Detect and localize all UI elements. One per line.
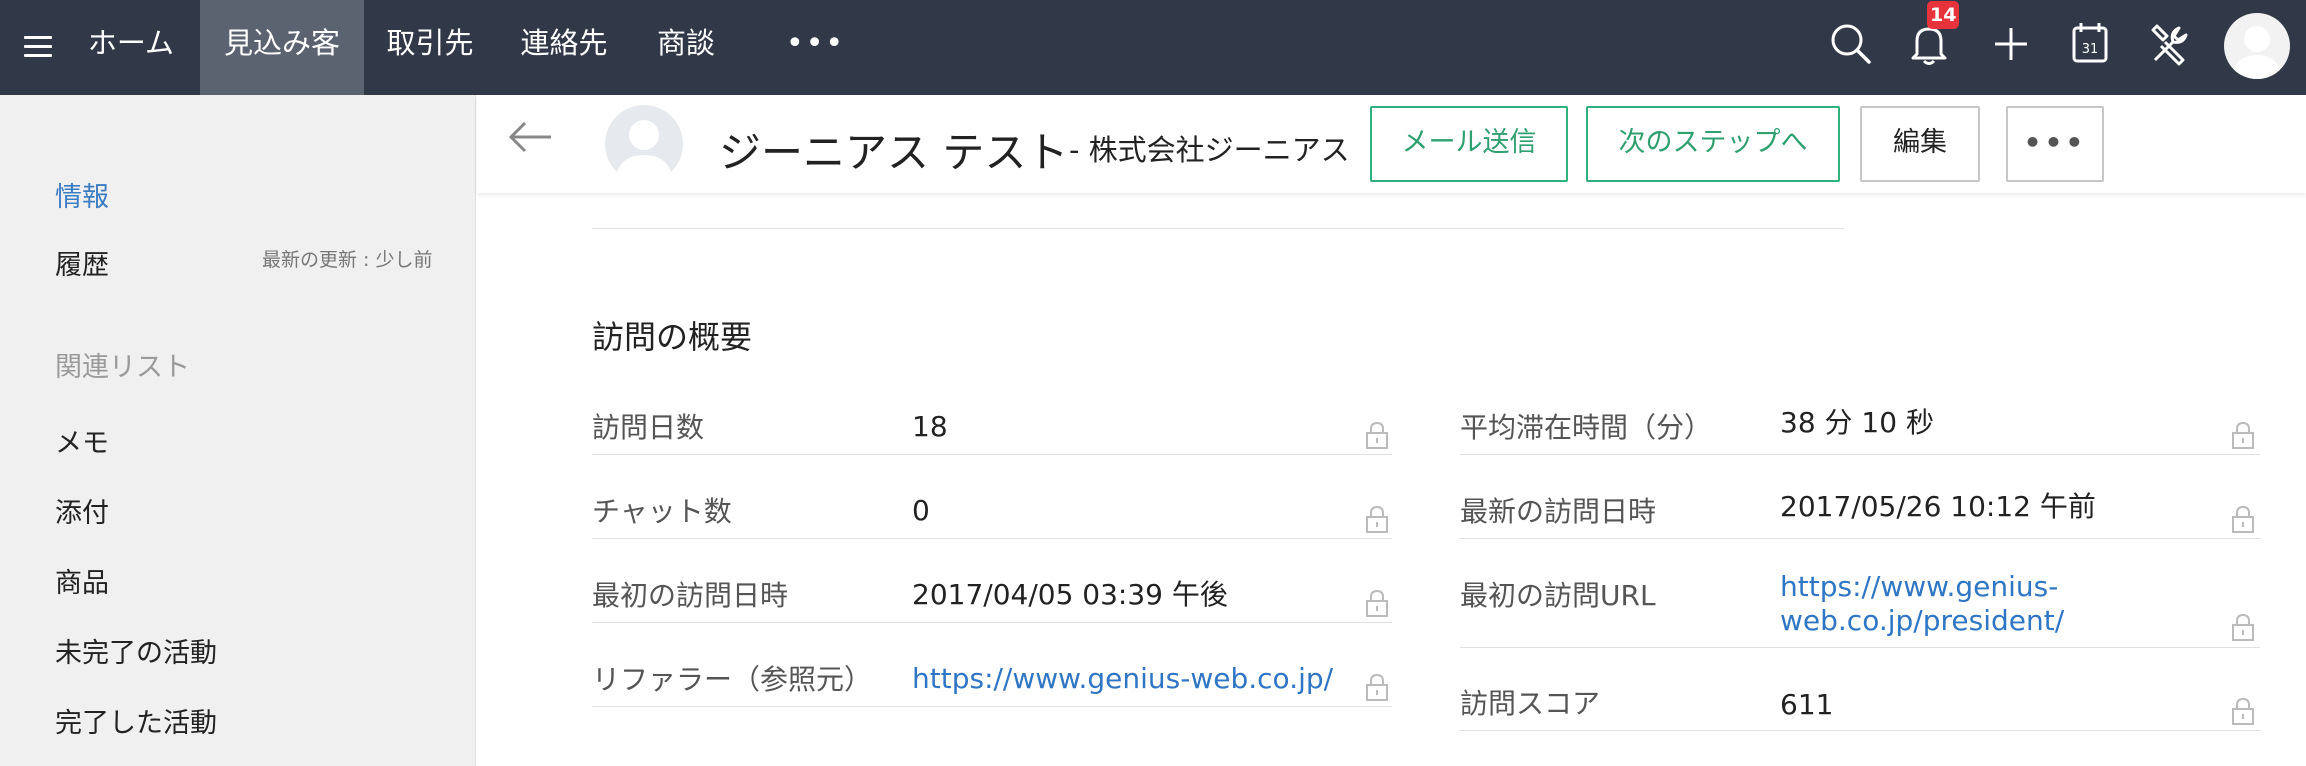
tab-deals[interactable]: 商談 [644,0,728,95]
lock-icon [2232,697,2254,725]
sidebar-item-notes[interactable]: メモ [55,421,109,460]
field-label: 最初の訪問日時 [592,579,789,612]
field-label: チャット数 [592,495,732,528]
edit-button[interactable]: 編集 [1860,106,1980,182]
record-company: - 株式会社ジーニアス [1069,133,1350,167]
plus-icon[interactable] [1985,18,2037,70]
calendar-icon[interactable]: 31 [2064,18,2116,70]
send-mail-button[interactable]: メール送信 [1370,106,1568,182]
field-value: 2017/04/05 03:39 午後 [912,578,1228,611]
tools-icon[interactable] [2143,18,2195,70]
record-header: ジーニアス テスト - 株式会社ジーニアス メール送信 次のステップへ 編集 •… [477,95,2306,193]
field-value: 18 [912,410,948,443]
lock-icon [2232,421,2254,449]
tab-home[interactable]: ホーム [72,0,190,95]
field-label: 訪問スコア [1460,687,1601,720]
field-label: 最新の訪問日時 [1460,495,1657,528]
field-label: 最初の訪問URL [1460,579,1656,612]
record-avatar [605,105,683,183]
tab-contacts[interactable]: 連絡先 [508,0,620,95]
record-sidebar: 情報 履歴 最新の更新 : 少し前 関連リスト メモ 添付 商品 未完了の活動 … [0,95,476,766]
lock-icon [2232,505,2254,533]
field-value: 0 [912,494,930,527]
field-chat-count: チャット数 0 [592,482,1392,539]
back-arrow-icon[interactable] [505,117,555,157]
url-line-1: https://www.genius- [1780,570,2059,603]
visit-summary-title: 訪問の概要 [592,318,753,356]
next-step-button[interactable]: 次のステップへ [1586,106,1840,182]
sidebar-item-closed-activities[interactable]: 完了した活動 [55,701,217,740]
lock-icon [1366,505,1388,533]
field-visit-days: 訪問日数 18 [592,398,1392,455]
section-divider [592,228,1844,229]
last-updated-text: 最新の更新 : 少し前 [262,249,433,271]
field-label: リファラー（参照元） [592,663,873,696]
url-line-2: web.co.jp/president/ [1780,604,2065,637]
search-icon[interactable] [1825,18,1877,70]
field-referrer: リファラー（参照元） https://www.genius-web.co.jp/ [592,650,1392,707]
svg-text:31: 31 [2082,42,2099,57]
tab-accounts[interactable]: 取引先 [374,0,486,95]
field-value: 611 [1780,688,1834,721]
lock-icon [1366,589,1388,617]
sidebar-item-open-activities[interactable]: 未完了の活動 [55,631,217,670]
lock-icon [2232,613,2254,641]
notification-badge: 14 [1927,1,1960,29]
first-visit-url-link[interactable]: https://www.genius- web.co.jp/president/ [1780,570,2064,638]
tab-leads[interactable]: 見込み客 [200,0,364,95]
field-label: 平均滞在時間（分） [1460,411,1713,444]
field-value: 2017/05/26 10:12 午前 [1780,490,2096,523]
field-visit-score: 訪問スコア 611 [1460,674,2260,731]
related-list-heading: 関連リスト [55,352,190,383]
top-navigation-bar: ホーム 見込み客 取引先 連絡先 商談 ••• 14 31 [0,0,2306,95]
field-avg-stay-time: 平均滞在時間（分） 38 分 10 秒 [1460,398,2260,455]
field-first-visit-time: 最初の訪問日時 2017/04/05 03:39 午後 [592,566,1392,623]
field-latest-visit-time: 最新の訪問日時 2017/05/26 10:12 午前 [1460,482,2260,539]
sidebar-item-products[interactable]: 商品 [55,561,109,600]
menu-icon[interactable] [24,36,52,58]
lock-icon [1366,421,1388,449]
field-label: 訪問日数 [592,411,705,444]
field-value: 38 分 10 秒 [1780,406,1934,439]
sidebar-item-attachments[interactable]: 添付 [55,491,109,530]
record-name: ジーニアス テスト [719,128,1069,177]
nav-more-button[interactable]: ••• [786,26,845,61]
user-avatar[interactable] [2224,13,2290,79]
sidebar-item-info[interactable]: 情報 [55,175,109,214]
field-first-visit-url: 最初の訪問URL https://www.genius- web.co.jp/p… [1460,566,2260,648]
referrer-link[interactable]: https://www.genius-web.co.jp/ [912,662,1333,696]
lock-icon [1366,673,1388,701]
sidebar-item-history[interactable]: 履歴 [55,243,109,282]
more-actions-button[interactable]: ••• [2006,106,2104,182]
